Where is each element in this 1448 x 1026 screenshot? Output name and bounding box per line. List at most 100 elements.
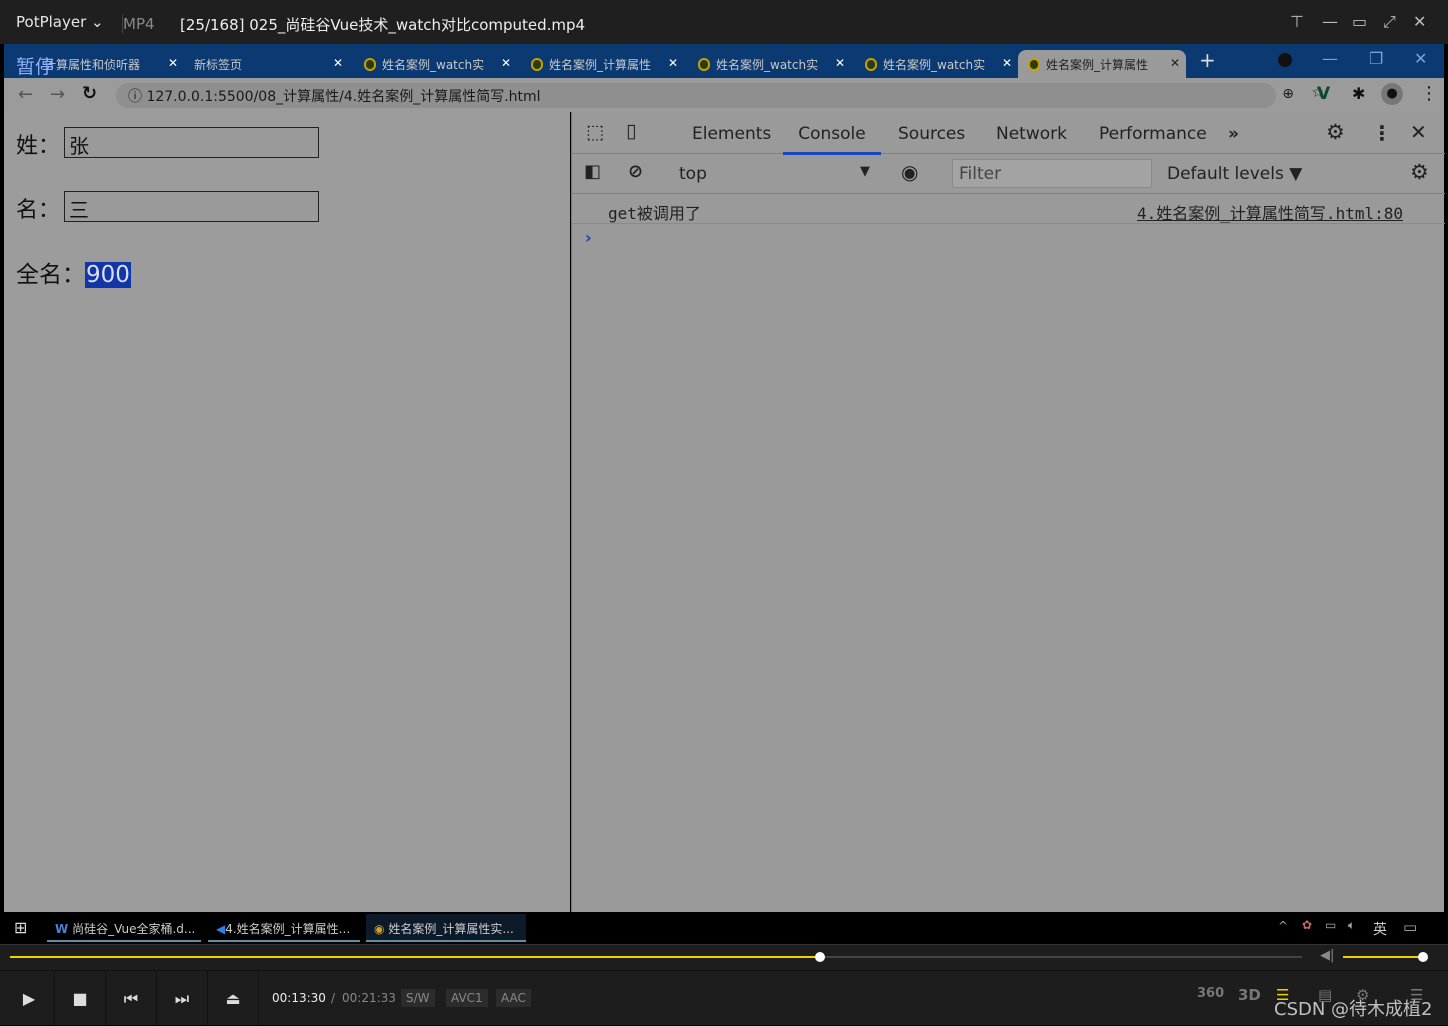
full-name-value: 900: [85, 262, 131, 288]
volume-tray-icon[interactable]: 🔈︎: [1348, 918, 1355, 933]
fullscreen-button[interactable]: ⤢: [1383, 12, 1396, 32]
minimize-window-button[interactable]: —: [1322, 49, 1338, 68]
close-devtools-icon[interactable]: ✕: [1410, 120, 1427, 144]
volume-level: [1343, 956, 1423, 958]
inspect-element-icon[interactable]: ⬚: [586, 121, 604, 143]
restore-window-button[interactable]: ❐: [1369, 49, 1383, 68]
format-label: MP4: [122, 15, 155, 33]
tab-network[interactable]: Network: [996, 124, 1067, 144]
notification-icon[interactable]: ▭: [1403, 918, 1417, 936]
back-icon[interactable]: ←: [18, 84, 33, 105]
watermark: CSDN @待木成植2: [1274, 999, 1433, 1020]
tab-performance[interactable]: Performance: [1099, 124, 1207, 144]
tab-label: 姓名案例_watch实: [382, 58, 485, 72]
next-button[interactable]: ⏭: [157, 971, 208, 1026]
minimize-button[interactable]: —: [1322, 12, 1338, 31]
last-name-row: 姓：: [16, 128, 60, 160]
tab-label: 姓名案例_计算属性: [1046, 58, 1149, 72]
close-tab-icon[interactable]: ✕: [1170, 56, 1180, 70]
close-tab-icon[interactable]: ✕: [168, 56, 178, 70]
web-page: 姓： 张 名： 三 全名：900: [4, 112, 570, 912]
close-tab-icon[interactable]: ✕: [1002, 56, 1012, 70]
chrome-icon: ◉: [374, 922, 385, 936]
tab-sources[interactable]: Sources: [898, 124, 965, 144]
volume-handle[interactable]: [1418, 952, 1428, 962]
play-button[interactable]: ▶: [4, 971, 55, 1026]
close-tab-icon[interactable]: ✕: [501, 56, 511, 70]
settings-gear-icon[interactable]: ⚙: [1326, 120, 1345, 144]
codec-video-badge[interactable]: AVC1: [446, 989, 488, 1007]
log-levels-dropdown[interactable]: Default levels ▼: [1167, 164, 1302, 184]
windows-start-icon[interactable]: ⊞: [14, 918, 27, 937]
url-input[interactable]: ⓘ 127.0.0.1:5500/08_计算属性/4.姓名案例_计算属性简写.h…: [116, 83, 1324, 108]
console-source-link[interactable]: 4.姓名案例_计算属性简写.html:80: [1137, 200, 1403, 224]
battery-icon[interactable]: ▭: [1325, 918, 1336, 932]
vue-favicon-icon: [1028, 58, 1040, 71]
pin-icon[interactable]: ⊤: [1290, 12, 1304, 31]
console-message: get被调用了 4.姓名案例_计算属性简写.html:80: [572, 196, 1445, 224]
filter-input[interactable]: Filter: [952, 159, 1152, 188]
tray-app-icon[interactable]: ✿: [1302, 918, 1312, 932]
browser-tab[interactable]: 姓名案例_watch实 ✕: [354, 50, 517, 78]
clear-console-icon[interactable]: ⊘: [628, 161, 643, 182]
new-tab-button[interactable]: +: [1199, 48, 1216, 72]
close-button[interactable]: ✕: [1413, 12, 1426, 31]
close-window-button[interactable]: ✕: [1414, 49, 1427, 68]
dropdown-arrow-icon: ▼: [860, 164, 870, 179]
profile-indicator-icon[interactable]: [1278, 53, 1292, 67]
extensions-puzzle-icon[interactable]: ✱: [1352, 84, 1365, 103]
taskbar-item-vscode[interactable]: ◀4.姓名案例_计算属性...: [208, 914, 360, 942]
vue-favicon-icon: [865, 58, 877, 71]
vue-favicon-icon: [531, 58, 543, 71]
previous-button[interactable]: ⏮: [106, 971, 157, 1026]
seek-handle[interactable]: [815, 952, 826, 962]
console-prompt-icon[interactable]: ›: [585, 228, 592, 247]
pause-overlay: 暂停: [16, 56, 55, 78]
device-toolbar-icon[interactable]: ▯: [626, 120, 636, 142]
codec-audio-badge[interactable]: AAC: [496, 989, 531, 1007]
last-name-input[interactable]: 张: [64, 127, 319, 158]
vr-360-icon[interactable]: 360: [1197, 986, 1224, 1001]
zoom-icon[interactable]: ⊕: [1282, 86, 1294, 102]
first-name-input[interactable]: 三: [64, 191, 319, 222]
console-settings-gear-icon[interactable]: ⚙: [1410, 160, 1429, 184]
info-icon[interactable]: ⓘ: [128, 89, 142, 105]
tab-console[interactable]: Console: [783, 124, 881, 155]
player-menu-button[interactable]: PotPlayer ⌄: [16, 13, 104, 31]
tab-elements[interactable]: Elements: [692, 124, 771, 144]
tab-label: 姓名案例_watch实: [716, 58, 819, 72]
tray-chevron-icon[interactable]: ^: [1278, 919, 1288, 933]
eject-button[interactable]: ⏏: [208, 971, 259, 1026]
reload-icon[interactable]: ↻: [82, 83, 97, 104]
browser-tab-active[interactable]: 姓名案例_计算属性 ✕: [1018, 50, 1186, 78]
taskbar-item-word[interactable]: W 尚硅谷_Vue全家桶.d...: [47, 914, 201, 942]
close-tab-icon[interactable]: ✕: [333, 56, 343, 70]
video-title: [25/168] 025_尚硅谷Vue技术_watch对比computed.mp…: [180, 16, 586, 34]
taskbar-item-chrome[interactable]: ◉ 姓名案例_计算属性实...: [366, 914, 526, 942]
mute-icon[interactable]: ◀|: [1320, 948, 1334, 963]
profile-avatar-icon[interactable]: ●: [1381, 83, 1403, 105]
browser-tab[interactable]: 新标签页 ✕: [184, 50, 349, 78]
sidebar-toggle-icon[interactable]: ◧: [584, 161, 601, 182]
browser-tab[interactable]: 姓名案例_watch实 ✕: [855, 50, 1018, 78]
menu-kebab-icon[interactable]: ⋮: [1420, 83, 1438, 104]
devtools-panel: ⬚ ▯ Elements Console Sources Network Per…: [571, 112, 1445, 912]
vue-devtools-extension-icon[interactable]: V: [1317, 84, 1330, 104]
live-expression-eye-icon[interactable]: ◉: [901, 160, 918, 184]
browser-tab[interactable]: 姓名案例_watch实 ✕: [688, 50, 851, 78]
sw-badge[interactable]: S/W: [401, 989, 435, 1007]
total-time: 00:21:33: [342, 991, 396, 1005]
more-tabs-icon[interactable]: »: [1228, 124, 1239, 144]
3d-icon[interactable]: 3D: [1238, 986, 1261, 1004]
forward-icon[interactable]: →: [50, 84, 65, 105]
seek-progress: [10, 956, 821, 958]
context-select[interactable]: top ▼: [679, 164, 870, 184]
maximize-button[interactable]: ▭: [1352, 12, 1367, 31]
taskbar-item-label: 4.姓名案例_计算属性...: [225, 922, 351, 936]
more-options-icon[interactable]: ⋮: [1372, 121, 1392, 145]
stop-button[interactable]: ■: [55, 971, 106, 1026]
close-tab-icon[interactable]: ✕: [668, 56, 678, 70]
browser-tab[interactable]: 姓名案例_计算属性 ✕: [521, 50, 684, 78]
close-tab-icon[interactable]: ✕: [835, 56, 845, 70]
ime-indicator[interactable]: 英: [1373, 919, 1387, 939]
